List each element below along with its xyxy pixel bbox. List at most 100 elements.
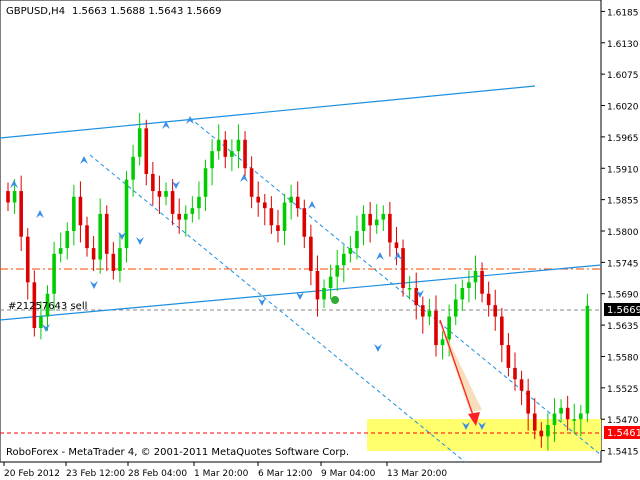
target-price-label: 1.5461	[607, 428, 640, 439]
bull-candle	[361, 213, 366, 231]
bull-candle	[328, 276, 333, 289]
bear-candle	[144, 128, 149, 174]
bull-candle	[579, 413, 583, 420]
price-chart[interactable]: GBPUSD,H4 1.5663 1.5688 1.5643 1.5669 #2…	[0, 0, 640, 480]
bull-candle	[447, 316, 451, 340]
time-tick-label: 6 Mar 12:00	[258, 469, 313, 479]
bear-candle	[309, 236, 313, 271]
bear-candle	[85, 225, 89, 249]
bull-candle	[427, 310, 432, 317]
time-tick-label: 28 Feb 04:00	[128, 469, 187, 479]
bull-candle	[131, 156, 135, 180]
bull-candle	[585, 305, 590, 414]
bull-candle	[197, 196, 201, 209]
bull-candle	[407, 288, 412, 290]
bull-candle	[348, 248, 353, 254]
bear-candle	[262, 202, 267, 209]
bull-candle	[460, 288, 465, 300]
bull-candle	[230, 151, 234, 157]
bear-candle	[532, 413, 537, 431]
bull-candle	[374, 219, 379, 226]
bear-candle	[519, 379, 524, 391]
bear-candle	[243, 139, 247, 169]
bull-candle	[440, 339, 445, 346]
plot-area[interactable]	[0, 0, 602, 463]
bear-candle	[565, 407, 570, 420]
bear-candle	[256, 196, 261, 203]
bear-candle	[368, 213, 372, 226]
symbol-title: GBPUSD,H4	[6, 6, 65, 17]
bull-candle	[381, 213, 386, 220]
bear-candle	[25, 236, 30, 283]
bull-candle	[98, 213, 102, 260]
bear-candle	[111, 253, 116, 271]
bull-candle	[546, 424, 550, 437]
time-axis: 20 Feb 2012 23 Feb 12:00 28 Feb 04:00 1 Mar…	[3, 462, 447, 479]
ohlc-values: 1.5663 1.5688 1.5643 1.5669	[72, 6, 222, 17]
bear-candle	[151, 173, 155, 192]
bull-candle	[65, 231, 70, 249]
bear-candle	[6, 191, 10, 203]
bear-candle	[513, 367, 517, 380]
bull-candle	[335, 265, 340, 277]
bear-candle	[157, 191, 162, 197]
bear-candle	[480, 270, 484, 294]
bull-candle	[322, 288, 326, 300]
current-price-label: 1.5669	[607, 305, 640, 316]
bear-candle	[526, 390, 530, 414]
bear-candle	[104, 213, 109, 254]
bear-candle	[91, 248, 96, 260]
bear-candle	[421, 305, 425, 317]
bear-candle	[269, 208, 274, 226]
bear-candle	[19, 191, 23, 237]
bull-candle	[118, 248, 122, 271]
bull-candle	[137, 128, 142, 157]
price-tick-label: 1.6075	[607, 71, 639, 81]
bear-candle	[177, 213, 181, 220]
bull-candle	[39, 316, 43, 328]
bull-candle	[572, 419, 577, 421]
copyright-text: RoboForex - MetaTrader 4, © 2001-2011 Me…	[6, 447, 349, 458]
bull-candle	[341, 253, 346, 266]
bull-candle	[124, 179, 129, 249]
bear-candle	[315, 270, 320, 300]
bear-candle	[500, 316, 504, 346]
bear-candle	[302, 208, 307, 237]
bear-candle	[388, 213, 392, 243]
bear-candle	[486, 293, 491, 306]
price-tick-label: 1.5910	[607, 165, 639, 175]
price-tick-label: 1.5470	[607, 416, 639, 426]
bull-candle	[467, 282, 471, 289]
time-tick-label: 13 Mar 20:00	[387, 469, 447, 479]
bull-candle	[289, 196, 293, 203]
bull-candle	[52, 253, 56, 294]
bull-candle	[559, 407, 563, 414]
bull-candle	[164, 191, 168, 197]
price-tick-label: 1.5635	[607, 322, 639, 332]
bear-candle	[276, 225, 280, 231]
bear-candle	[506, 345, 511, 368]
bull-candle	[183, 213, 188, 220]
bear-candle	[78, 196, 83, 226]
price-tick-label: 1.5965	[607, 134, 639, 144]
bull-candle	[216, 139, 221, 152]
bull-candle	[190, 208, 195, 214]
bull-candle	[236, 139, 241, 152]
bull-candle	[355, 231, 359, 249]
price-tick-label: 1.6020	[607, 103, 639, 113]
price-tick-label: 1.5525	[607, 385, 639, 395]
time-tick-label: 23 Feb 12:00	[66, 469, 125, 479]
order-label: #21257643 sell	[8, 301, 87, 312]
bear-candle	[434, 310, 438, 346]
bull-candle	[552, 413, 557, 425]
price-tick-label: 1.5800	[607, 228, 639, 238]
bull-candle	[203, 168, 208, 197]
price-tick-label: 1.5415	[607, 448, 639, 458]
bear-candle	[401, 248, 405, 289]
bear-candle	[493, 305, 498, 317]
price-axis: 1.6185 1.6130 1.6075 1.6020 1.5965 1.5910 1.58…	[601, 8, 639, 458]
bear-candle	[295, 196, 300, 209]
bear-candle	[249, 168, 254, 197]
order-marker-icon[interactable]	[331, 296, 339, 304]
price-tick-label: 1.5580	[607, 353, 639, 363]
